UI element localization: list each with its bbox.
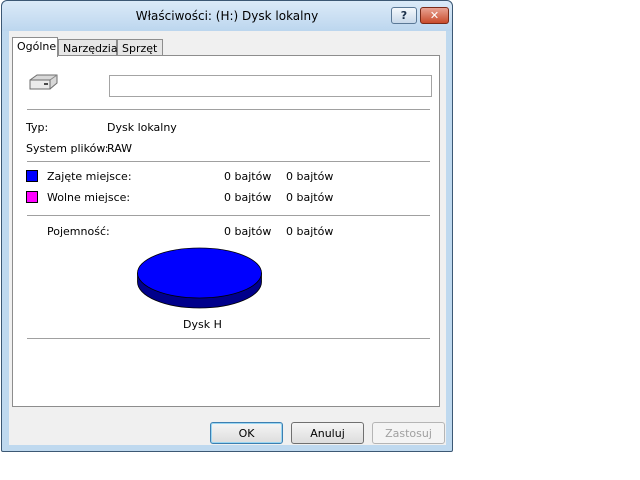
free-space-size: 0 bajtów [286, 191, 334, 204]
cancel-button[interactable]: Anuluj [291, 422, 364, 444]
tab-general[interactable]: Ogólne [12, 37, 58, 57]
used-space-swatch [26, 170, 38, 182]
tab-tools[interactable]: Narzędzia [58, 39, 118, 56]
ok-button[interactable]: OK [210, 422, 283, 444]
type-label: Typ: [26, 121, 49, 134]
window-title: Właściwości: (H:) Dysk lokalny [135, 9, 319, 23]
tab-hardware[interactable]: Sprzęt [117, 39, 163, 56]
free-space-label: Wolne miejsce: [47, 191, 131, 204]
type-value: Dysk lokalny [107, 121, 177, 134]
disk-label: Dysk H [183, 318, 222, 331]
used-space-size: 0 bajtów [286, 170, 334, 183]
disk-usage-pie [137, 247, 262, 309]
hard-drive-icon [27, 71, 59, 98]
capacity-label: Pojemność: [47, 225, 110, 238]
properties-dialog: Właściwości: (H:) Dysk lokalny ? ✕ Ogóln… [1, 0, 453, 452]
title-bar[interactable]: Właściwości: (H:) Dysk lokalny ? ✕ [2, 1, 452, 31]
used-space-bytes: 0 bajtów [224, 170, 272, 183]
dialog-client-area: Ogólne Narzędzia Sprzęt Typ: Dysk lokaln… [9, 31, 446, 445]
separator [27, 109, 430, 110]
apply-button[interactable]: Zastosuj [372, 422, 445, 444]
filesystem-value: RAW [107, 142, 132, 155]
filesystem-label: System plików: [26, 142, 109, 155]
general-panel: Typ: Dysk lokalny System plików: RAW Zaj… [12, 55, 440, 407]
separator [27, 338, 430, 339]
capacity-bytes: 0 bajtów [224, 225, 272, 238]
volume-name-input[interactable] [109, 75, 432, 97]
used-space-label: Zajęte miejsce: [47, 170, 132, 183]
free-space-swatch [26, 191, 38, 203]
close-button[interactable]: ✕ [420, 7, 449, 24]
help-button[interactable]: ? [391, 7, 417, 24]
free-space-bytes: 0 bajtów [224, 191, 272, 204]
separator [27, 215, 430, 216]
separator [27, 161, 430, 162]
capacity-size: 0 bajtów [286, 225, 334, 238]
